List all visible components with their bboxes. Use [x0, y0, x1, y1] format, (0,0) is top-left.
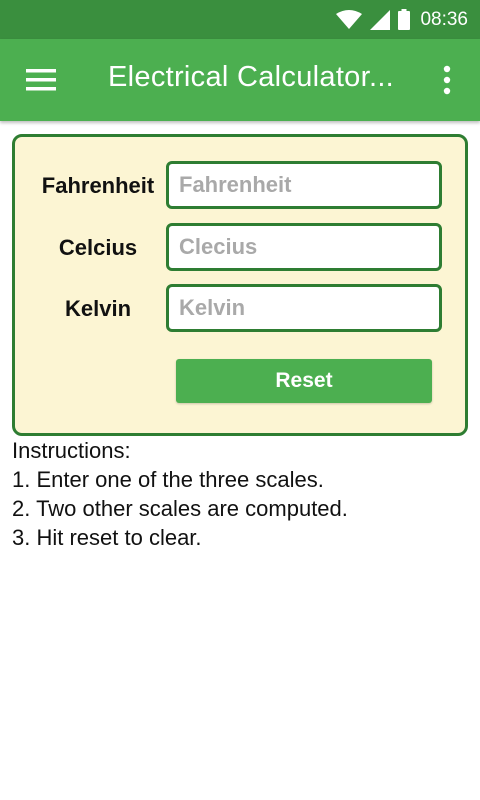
kelvin-input[interactable] — [166, 284, 442, 332]
instruction-step: 3. Hit reset to clear. — [12, 525, 202, 550]
status-time: 08:36 — [420, 8, 468, 30]
fahrenheit-input[interactable] — [166, 161, 442, 209]
instruction-step: 2. Two other scales are computed. — [12, 496, 348, 521]
reset-button[interactable]: Reset — [176, 359, 432, 403]
fahrenheit-label: Fahrenheit — [41, 173, 155, 198]
status-bar: 08:36 — [0, 0, 480, 39]
celcius-input[interactable] — [166, 223, 442, 271]
converter-card: Fahrenheit Celcius Kelvin Reset — [12, 134, 468, 436]
more-vert-icon[interactable] — [432, 65, 462, 95]
app-title: Electrical Calculator... — [108, 61, 395, 93]
app-bar: Electrical Calculator... — [0, 39, 480, 121]
signal-icon — [370, 9, 391, 30]
wifi-icon — [336, 9, 363, 30]
kelvin-label: Kelvin — [64, 296, 132, 321]
instructions-heading: Instructions: — [12, 438, 131, 463]
hamburger-menu-icon[interactable] — [26, 67, 56, 93]
instruction-step: 1. Enter one of the three scales. — [12, 467, 324, 492]
celcius-label: Celcius — [58, 235, 138, 260]
battery-icon — [398, 9, 411, 30]
instructions: Instructions: 1. Enter one of the three … — [12, 436, 348, 552]
